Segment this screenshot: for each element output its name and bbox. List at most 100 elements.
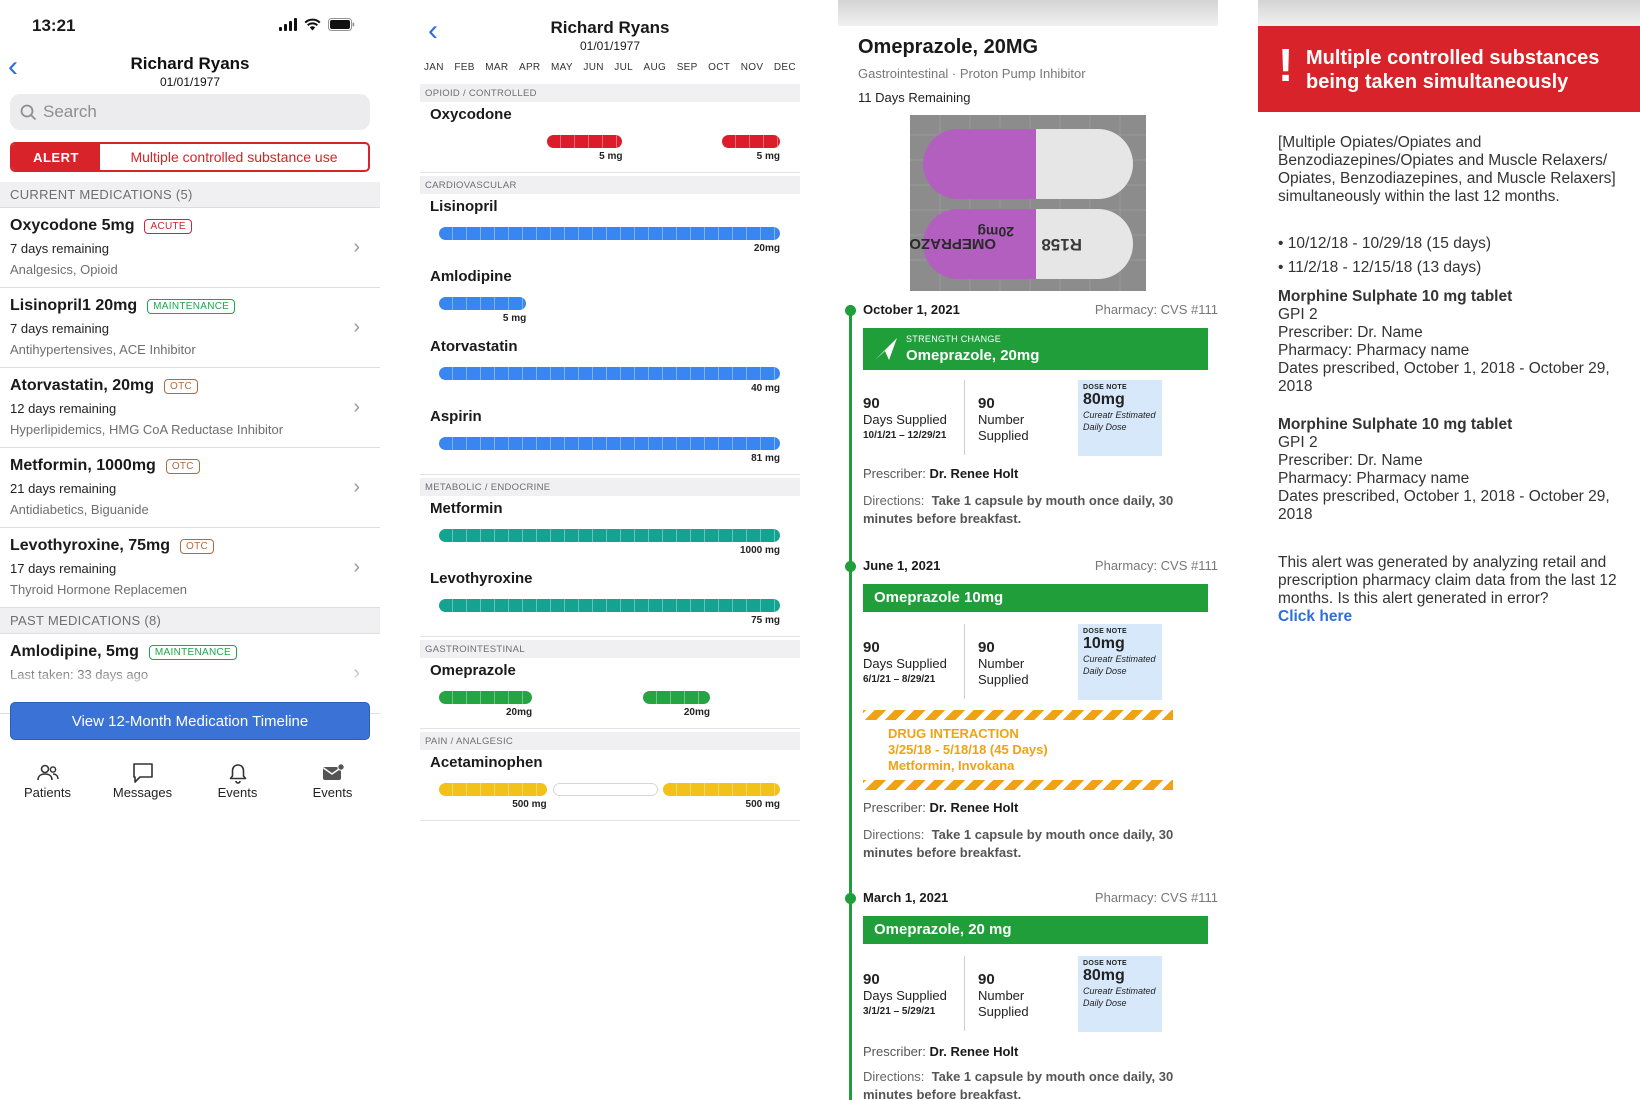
alert-banner[interactable]: ALERT Multiple controlled substance use	[10, 142, 370, 172]
med-title: Metformin, 1000mg OTC	[10, 457, 380, 475]
month-label: AUG	[643, 62, 667, 73]
timeline-bar[interactable]	[552, 783, 658, 796]
bar-title: Omeprazole, 20 mg	[874, 921, 1012, 938]
month-label: JAN	[424, 62, 444, 73]
drug-name: Atorvastatin	[430, 338, 518, 355]
entry-pharmacy: Pharmacy: CVS #111	[1094, 558, 1218, 573]
timeline-bar[interactable]	[438, 367, 780, 380]
med-name: Oxycodone 5mg	[10, 217, 135, 234]
timeline-bar[interactable]	[438, 599, 780, 612]
tab-label: Events	[217, 785, 258, 800]
prescription-pharmacy: Pharmacy: Pharmacy name	[1278, 342, 1470, 359]
med-remaining: 21 days remaining	[10, 481, 117, 496]
med-category: Thyroid Hormone Replacemen	[10, 582, 188, 597]
patient-dob: 01/01/1977	[579, 39, 641, 53]
medication-detail-screen: Omeprazole, 20MG Gastrointestinal · Prot…	[838, 0, 1218, 1100]
number-label: Number Supplied	[978, 412, 1029, 443]
prescription-prescriber: Prescriber: Dr. Name	[1278, 452, 1423, 469]
dose-label: 5 mg	[502, 313, 527, 324]
bell-icon	[229, 764, 246, 784]
list-item[interactable]: Lisinopril1 20mg MAINTENANCE 7 days remain…	[0, 288, 380, 368]
status-time: 13:21	[32, 16, 76, 35]
tab-messages[interactable]: Messages	[95, 755, 190, 815]
days-label: Days Supplied	[863, 988, 947, 1003]
month-label: MAR	[485, 62, 509, 73]
timeline-bar[interactable]	[721, 135, 780, 148]
month-label: NOV	[740, 62, 764, 73]
prescriber-label: Prescriber:	[863, 800, 926, 815]
month-label: JUN	[583, 62, 604, 73]
med-remaining: 17 days remaining	[10, 561, 117, 576]
strength-change-bar: STRENGTH CHANGE Omeprazole, 20mg	[863, 328, 1208, 370]
prescriber-name: Dr. Renee Holt	[929, 1044, 1019, 1059]
med-title: Levothyroxine, 75mg OTC	[10, 537, 380, 555]
med-remaining: 7 days remaining	[10, 321, 109, 336]
entry-date: June 1, 2021	[863, 558, 941, 573]
dose-bar: Omeprazole 10mg	[863, 584, 1208, 612]
dose-label: 40 mg	[751, 383, 780, 394]
month-label: FEB	[454, 62, 475, 73]
timeline-bar[interactable]	[438, 437, 780, 450]
note-header: DOSE NOTE	[1083, 960, 1127, 967]
prescriber-line: Prescriber: Dr. Renee Holt	[863, 1044, 1018, 1059]
timeline-bar[interactable]	[642, 691, 710, 704]
search-input[interactable]: Search	[10, 94, 370, 130]
prescriber-label: Prescriber:	[863, 466, 926, 481]
timeline-bar[interactable]	[438, 691, 533, 704]
alert-header-banner: ! Multiple controlled substances being t…	[1258, 26, 1640, 112]
messages-icon	[132, 763, 153, 783]
dose-label: 500 mg	[512, 799, 547, 810]
timeline-bar[interactable]	[438, 783, 547, 796]
timeline-bar[interactable]	[438, 297, 527, 310]
prescription-prescriber: Prescriber: Dr. Name	[1278, 324, 1423, 341]
note-value: 10mg	[1083, 635, 1125, 652]
entry-pharmacy: Pharmacy: CVS #111	[1094, 302, 1218, 317]
drug-interaction-warning[interactable]: DRUG INTERACTION 3/25/18 - 5/18/18 (45 D…	[888, 726, 1048, 774]
top-edge	[1258, 0, 1640, 26]
days-supplied: 90 Days Supplied 10/1/21 – 12/29/21	[863, 396, 947, 444]
patient-dob: 01/01/1977	[159, 75, 221, 89]
bar-title: Omeprazole, 20mg	[906, 347, 1040, 364]
timeline-bar[interactable]	[546, 135, 623, 148]
prescription-pharmacy: Pharmacy: Pharmacy name	[1278, 470, 1470, 487]
list-item[interactable]: Atorvastatin, 20mg OTC 12 days remaining Hy…	[0, 368, 380, 448]
number-supplied: 90 Number Supplied	[978, 972, 1048, 1020]
status-icons	[279, 18, 355, 31]
alert-tag: ALERT	[12, 144, 100, 170]
timeline-bar[interactable]	[438, 227, 780, 240]
divider	[964, 624, 965, 699]
med-badge: OTC	[164, 378, 199, 394]
alert-footer-text: This alert was generated by analyzing re…	[1278, 554, 1617, 607]
warning-stripe	[863, 710, 1173, 720]
back-chevron-icon[interactable]: ‹	[8, 50, 18, 84]
prescription-title: Morphine Sulphate 10 mg tablet	[1278, 288, 1513, 305]
tab-events[interactable]: Events	[190, 755, 285, 815]
past-medications-header: PAST MEDICATIONS (8)	[0, 608, 380, 634]
drug-name: Omeprazole	[430, 662, 516, 679]
period-2: • 11/2/18 - 12/15/18 (13 days)	[1278, 259, 1482, 276]
drug-name: Aspirin	[430, 408, 482, 425]
tab-label: Patients	[24, 785, 71, 800]
click-here-link[interactable]: Click here	[1278, 608, 1623, 626]
category-header: CARDIOVASCULAR	[420, 176, 800, 194]
divider	[420, 474, 800, 475]
directions-label: Directions:	[863, 493, 925, 508]
med-remaining: 12 days remaining	[10, 401, 117, 416]
list-item[interactable]: Metformin, 1000mg OTC 21 days remaining Ant…	[0, 448, 380, 528]
prescriber-label: Prescriber:	[863, 1044, 926, 1059]
timeline-bar[interactable]	[438, 529, 780, 542]
tab-patients[interactable]: Patients	[0, 755, 95, 815]
tab-events-2[interactable]: Events	[285, 755, 380, 815]
view-timeline-button[interactable]: View 12-Month Medication Timeline	[10, 702, 370, 740]
list-item[interactable]: Levothyroxine, 75mg OTC 17 days remaining T…	[0, 528, 380, 608]
month-label: SEP	[676, 62, 698, 73]
timeline-bar[interactable]	[663, 783, 780, 796]
list-item[interactable]: Oxycodone 5mg ACUTE 7 days remaining Analge…	[0, 208, 380, 288]
directions-line: Directions: Take 1 capsule by mouth once…	[863, 1068, 1183, 1100]
divider	[964, 380, 965, 455]
month-label: DEC	[773, 62, 796, 73]
alert-message: Multiple controlled substance use	[130, 149, 338, 165]
drug-title: Omeprazole, 20MG	[858, 36, 1039, 58]
divider	[420, 172, 800, 173]
interaction-title: DRUG INTERACTION	[888, 726, 1019, 741]
